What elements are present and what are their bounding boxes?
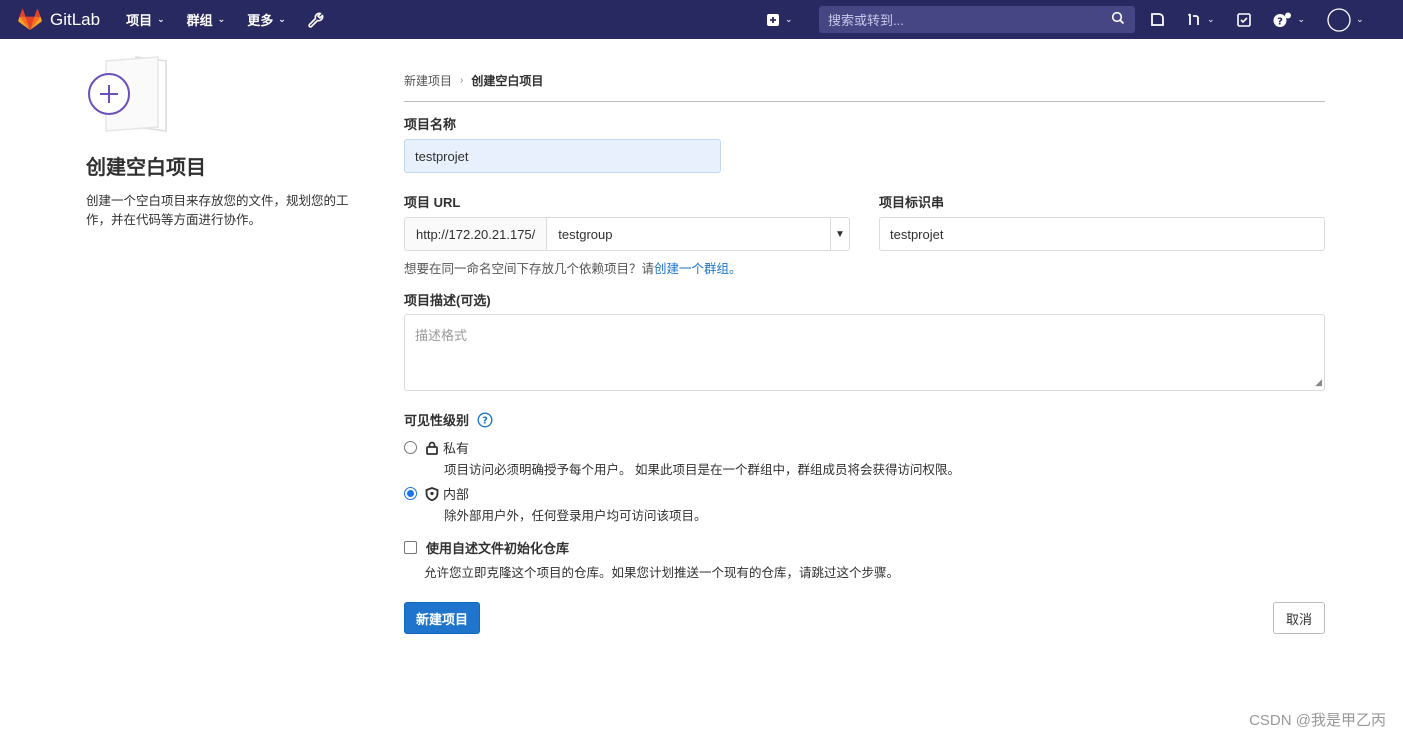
main-menu: 项目 ⌄ 群组 ⌄ 更多 ⌄ (126, 10, 346, 29)
chevron-right-icon: › (460, 75, 464, 86)
new-dropdown[interactable]: ⌄ (766, 13, 793, 27)
issues-icon (1151, 13, 1164, 26)
todos-button[interactable] (1236, 12, 1251, 27)
visibility-private-radio[interactable] (404, 441, 417, 454)
visibility-internal-option[interactable]: 内部 除外部用户外，任何登录用户均可访问该项目。 (404, 484, 707, 524)
menu-projects[interactable]: 项目 ⌄ (126, 10, 165, 29)
breadcrumb-current[interactable]: 创建空白项目 (471, 72, 543, 89)
admin-wrench[interactable] (308, 12, 324, 28)
menu-groups[interactable]: 群组 ⌄ (187, 10, 226, 29)
help-icon: ? (1273, 12, 1291, 27)
resize-handle-icon[interactable]: ◢ (1315, 377, 1322, 388)
help-button[interactable]: ? ⌄ (1273, 12, 1306, 28)
readme-checkbox[interactable] (404, 541, 417, 554)
issues-button[interactable] (1150, 12, 1165, 27)
todo-icon (1236, 12, 1251, 27)
create-project-button[interactable]: 新建项目 (404, 602, 481, 634)
user-menu[interactable]: ⌄ (1327, 7, 1364, 32)
plus-square-icon (767, 13, 779, 26)
svg-text:?: ? (1277, 16, 1283, 27)
group-help-text: 想要在同一命名空间下存放几个依赖项目？请创建一个群组。 (404, 258, 742, 277)
svg-text:?: ? (482, 416, 488, 427)
chevron-down-icon: ⌄ (1356, 14, 1364, 24)
left-panel: 创建空白项目 创建一个空白项目来存放您的文件，规划您的工作，并在代码等方面进行协… (86, 55, 376, 230)
readme-option[interactable]: 使用自述文件初始化仓库 允许您立即克隆这个项目的仓库。如果您计划推送一个现有的仓… (404, 538, 899, 581)
visibility-private-option[interactable]: 私有 项目访问必须明确授予每个用户。 如果此项目是在一个群组中，群组成员将会获得… (404, 438, 960, 478)
description-placeholder: 描述格式 (415, 328, 468, 343)
merge-request-icon (1187, 13, 1199, 25)
watermark: CSDN @我是甲乙丙 (1249, 712, 1386, 729)
search-icon (1111, 11, 1125, 25)
create-project-icon (88, 56, 167, 132)
chevron-down-icon: ⌄ (157, 14, 165, 24)
visibility-internal-radio[interactable] (404, 487, 417, 500)
brand-name[interactable]: GitLab (50, 10, 100, 30)
top-navbar: GitLab 项目 ⌄ 群组 ⌄ 更多 ⌄ ⌄ 搜索或转到... ⌄ ? ⌄ ⌄ (0, 0, 1403, 39)
visibility-private-description: 项目访问必须明确授予每个用户。 如果此项目是在一个群组中，群组成员将会获得访问权… (444, 463, 960, 477)
description-label: 项目描述(可选) (404, 293, 491, 308)
project-url-label: 项目 URL (404, 195, 461, 210)
breadcrumb-divider (404, 101, 1325, 102)
visibility-label-row: 可见性级别 ? (404, 410, 493, 429)
project-slug-label: 项目标识串 (879, 195, 945, 210)
gitlab-tanuki-icon (18, 8, 42, 30)
visibility-internal-label: 内部 (443, 487, 470, 502)
project-name-label: 项目名称 (404, 117, 457, 132)
description-textarea[interactable]: 描述格式 ◢ (404, 314, 1325, 391)
project-url-group: http://172.20.21.175/ testgroup ▼ (404, 217, 850, 251)
merge-requests-button[interactable]: ⌄ (1187, 12, 1215, 27)
menu-more[interactable]: 更多 ⌄ (247, 10, 286, 29)
readme-description: 允许您立即克隆这个项目的仓库。如果您计划推送一个现有的仓库，请跳过这个步骤。 (424, 566, 900, 580)
project-name-value: testprojet (415, 148, 469, 164)
group-help-prefix: 想要在同一命名空间下存放几个依赖项目？请 (404, 262, 655, 276)
project-name-input[interactable]: testprojet (404, 139, 721, 173)
wrench-icon (308, 12, 324, 28)
project-slug-value: testprojet (890, 226, 944, 242)
page-description: 创建一个空白项目来存放您的文件，规划您的工作，并在代码等方面进行协作。 (86, 194, 349, 227)
menu-groups-label: 群组 (186, 13, 213, 28)
create-group-link[interactable]: 创建一个群组。 (654, 262, 742, 276)
chevron-down-icon: ⌄ (217, 14, 226, 24)
visibility-internal-description: 除外部用户外，任何登录用户均可访问该项目。 (444, 509, 707, 523)
namespace-value: testgroup (558, 226, 613, 242)
shield-icon (425, 486, 439, 501)
visibility-private-label: 私有 (443, 441, 470, 456)
chevron-down-icon: ⌄ (1297, 14, 1306, 24)
user-actions: ⌄ ? ⌄ ⌄ (1150, 0, 1386, 39)
chevron-down-icon: ⌄ (278, 14, 286, 24)
readme-label: 使用自述文件初始化仓库 (426, 541, 570, 556)
new-menu[interactable]: ⌄ (766, 0, 793, 39)
cancel-button[interactable]: 取消 (1273, 602, 1325, 634)
new-project-illustration (86, 55, 168, 135)
namespace-select[interactable]: testgroup ▼ (546, 217, 850, 251)
search-placeholder: 搜索或转到... (828, 13, 904, 28)
menu-projects-label: 项目 (126, 13, 153, 28)
chevron-down-icon: ▼ (830, 218, 849, 250)
breadcrumb-new-project[interactable]: 新建项目 (404, 72, 452, 89)
gitlab-logo[interactable]: GitLab (18, 8, 100, 31)
chevron-down-icon: ⌄ (1207, 14, 1215, 24)
search-input[interactable]: 搜索或转到... (819, 6, 1135, 33)
page-title: 创建空白项目 (86, 157, 206, 179)
chevron-down-icon: ⌄ (785, 14, 793, 24)
lock-icon (425, 441, 439, 455)
question-circle-icon[interactable]: ? (477, 412, 493, 428)
avatar (1327, 7, 1351, 32)
url-prefix: http://172.20.21.175/ (404, 217, 547, 251)
visibility-label: 可见性级别 (404, 413, 470, 428)
menu-more-label: 更多 (247, 13, 274, 28)
project-slug-input[interactable]: testprojet (879, 217, 1325, 251)
breadcrumb: 新建项目 › 创建空白项目 (404, 72, 543, 89)
